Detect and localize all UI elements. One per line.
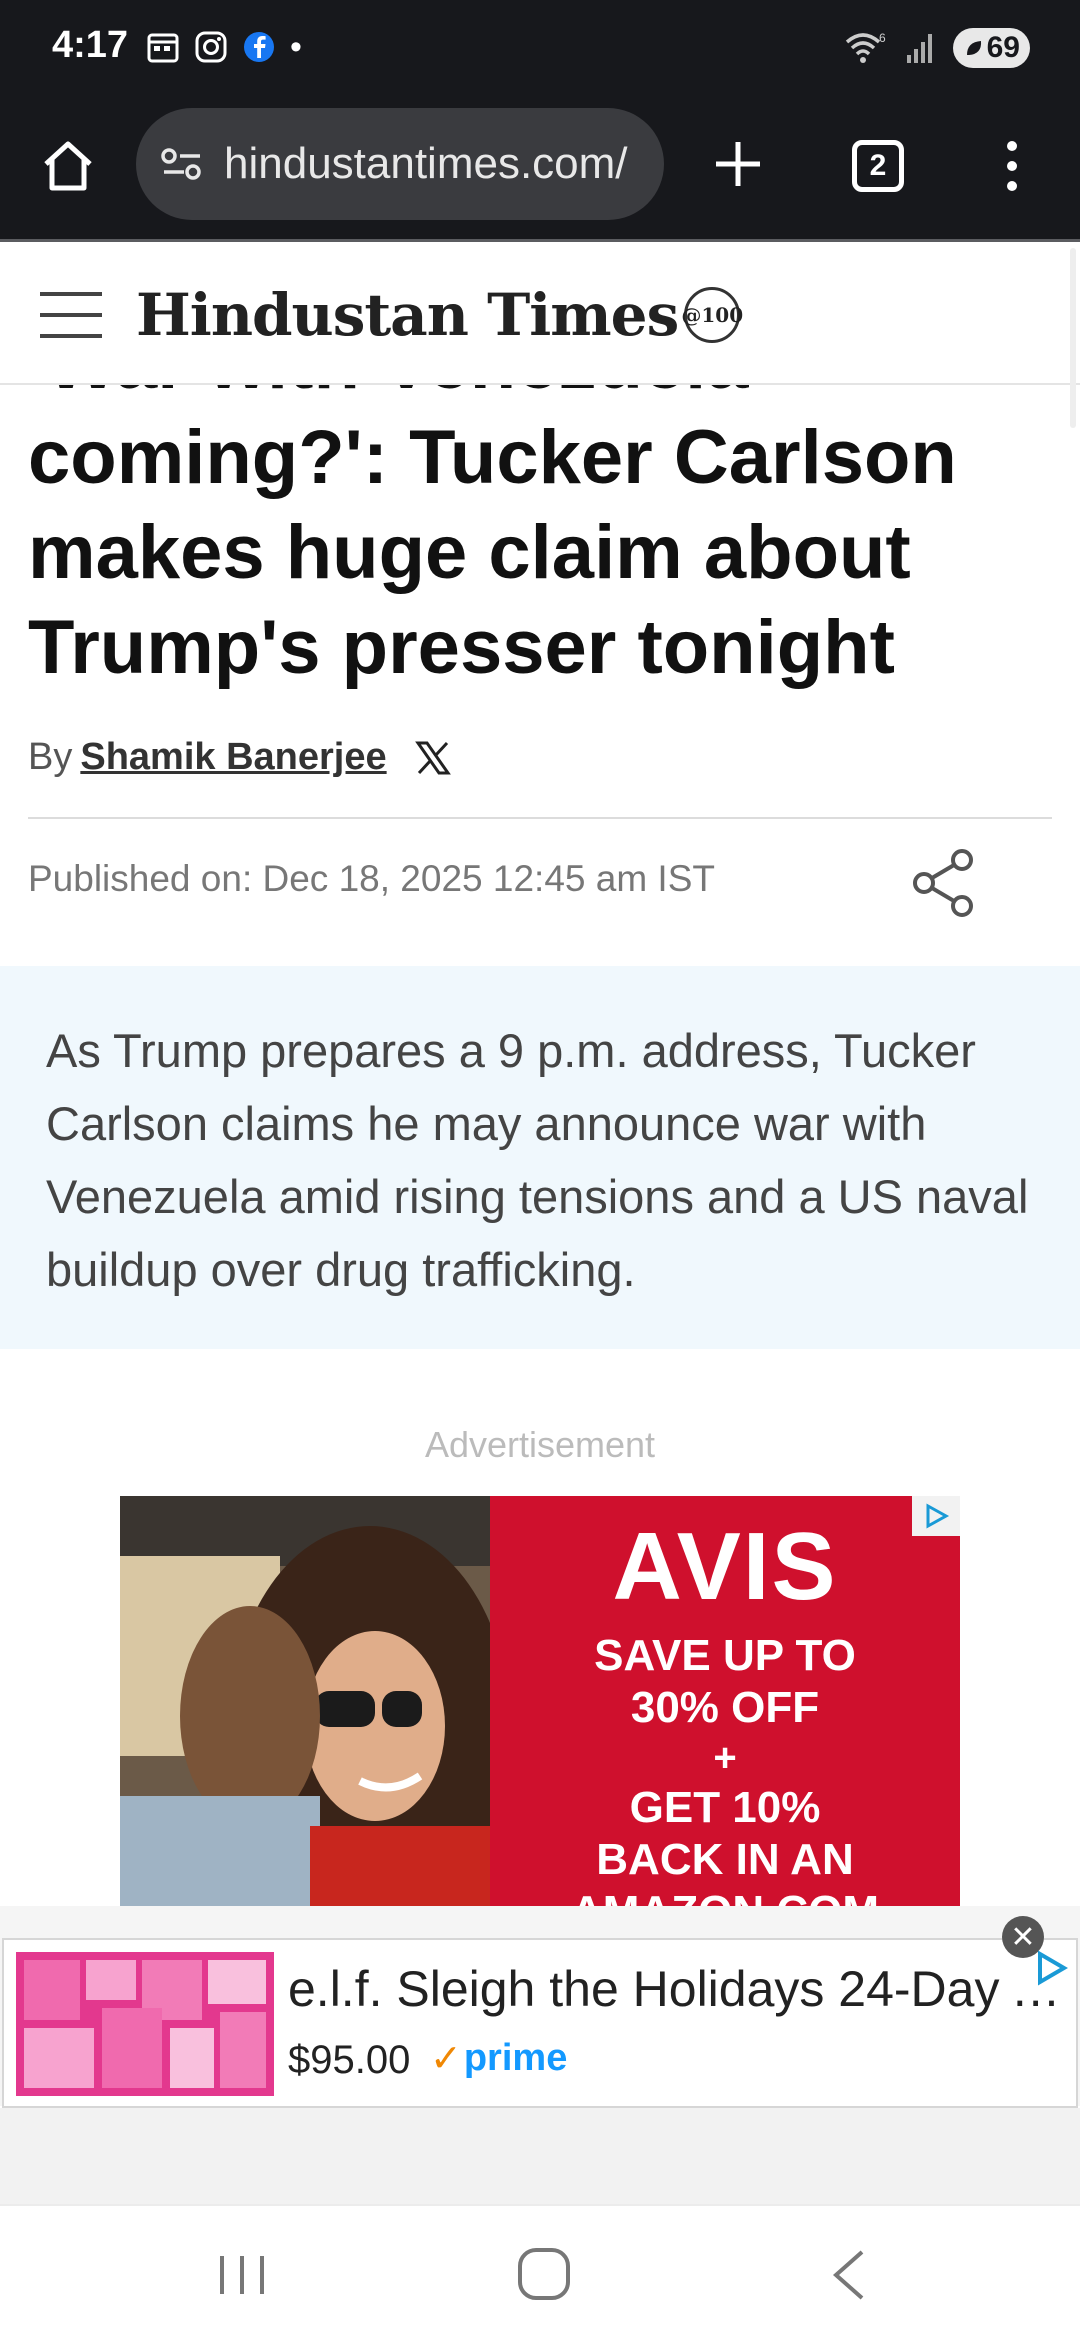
banner-ad-title[interactable]: e.l.f. Sleigh the Holidays 24-Day Advent… (288, 1960, 1068, 2018)
signal-icon (906, 34, 932, 63)
facebook-icon (244, 32, 274, 62)
share-icon[interactable] (910, 848, 976, 918)
prime-label: prime (463, 2037, 568, 2079)
prime-badge: ✓ prime (430, 2036, 567, 2081)
avis-line-1: SAVE UP TO (594, 1631, 856, 1680)
browser-toolbar: hindustantimes.com/ 2 (0, 100, 1080, 242)
back-icon[interactable] (826, 2248, 870, 2302)
calendar-icon (147, 33, 179, 63)
ad-photo (120, 1496, 490, 1906)
wifi-icon: 6 (845, 31, 886, 63)
status-bar: 4:17 • 6 69 (0, 0, 1080, 100)
article-summary-box: As Trump prepares a 9 p.m. address, Tuck… (0, 966, 1080, 1349)
logo-seal: @100 (681, 287, 743, 343)
avis-line-2: 30% OFF (630, 1683, 820, 1732)
byline-prefix: By (28, 736, 73, 778)
byline: By Shamik Banerjee (28, 736, 451, 779)
tab-switcher-button[interactable]: 2 (852, 140, 904, 192)
home-icon[interactable] (38, 136, 98, 196)
url-text: hindustantimes.com/ (224, 139, 628, 188)
adchoices-icon[interactable] (1030, 1948, 1070, 1988)
avis-line-5: AMAZON.COM (490, 1886, 960, 1906)
system-nav-bar (0, 2204, 1080, 2340)
more-options-icon[interactable] (998, 138, 1026, 194)
battery-level: 69 (986, 31, 1020, 64)
avis-ad-copy: AVIS SAVE UP TO 30% OFF + GET 10% BACK I… (490, 1496, 960, 1906)
article-summary: As Trump prepares a 9 p.m. address, Tuck… (46, 1024, 1029, 1296)
article-headline: 'War with Venezuela coming?': Tucker Car… (28, 385, 957, 690)
banner-ad-card[interactable]: e.l.f. Sleigh the Holidays 24-Day Advent… (2, 1938, 1078, 2108)
site-settings-icon[interactable] (160, 146, 204, 182)
x-twitter-icon[interactable] (414, 740, 451, 776)
wifi-label: 6 (879, 31, 886, 45)
logo-text: Hindustan Times (136, 281, 679, 349)
avis-line-4: BACK IN AN (596, 1835, 854, 1884)
published-date: Published on: Dec 18, 2025 12:45 am IST (28, 858, 715, 899)
advertisement-label: Advertisement (424, 1424, 656, 1465)
byline-divider (28, 817, 1052, 819)
prime-check-icon: ✓ (430, 2038, 462, 2080)
author-link[interactable]: Shamik Banerjee (80, 736, 386, 779)
hamburger-menu-icon[interactable] (40, 290, 102, 340)
headline-container: 'War with Venezuela coming?': Tucker Car… (0, 385, 1080, 695)
instagram-icon (195, 31, 227, 63)
site-header: Hindustan Times @100 (0, 245, 1080, 385)
status-right-icons: 6 69 (843, 28, 1030, 68)
home-button-icon[interactable] (516, 2246, 572, 2302)
avis-ad[interactable]: AVIS SAVE UP TO 30% OFF + GET 10% BACK I… (120, 1496, 960, 1906)
avis-brand: AVIS (612, 1513, 838, 1620)
address-bar[interactable]: hindustantimes.com/ (136, 108, 664, 220)
avis-plus: + (713, 1736, 737, 1780)
battery-indicator: 69 (952, 28, 1030, 68)
status-time: 4:17 (52, 24, 129, 66)
page-bottom-area (0, 2108, 1080, 2204)
banner-ad[interactable]: e.l.f. Sleigh the Holidays 24-Day Advent… (0, 1906, 1080, 2108)
banner-ad-price: $95.00 (288, 2038, 411, 2082)
notification-icons: • (146, 30, 302, 64)
adchoices-icon[interactable] (912, 1496, 960, 1536)
product-image (16, 1952, 274, 2096)
battery-saver-icon (966, 41, 981, 55)
new-tab-icon[interactable] (710, 136, 766, 192)
notification-dot: • (290, 28, 302, 66)
avis-line-3: GET 10% (629, 1783, 821, 1832)
site-logo[interactable]: Hindustan Times @100 (136, 281, 743, 349)
recent-apps-icon[interactable] (212, 2250, 272, 2300)
